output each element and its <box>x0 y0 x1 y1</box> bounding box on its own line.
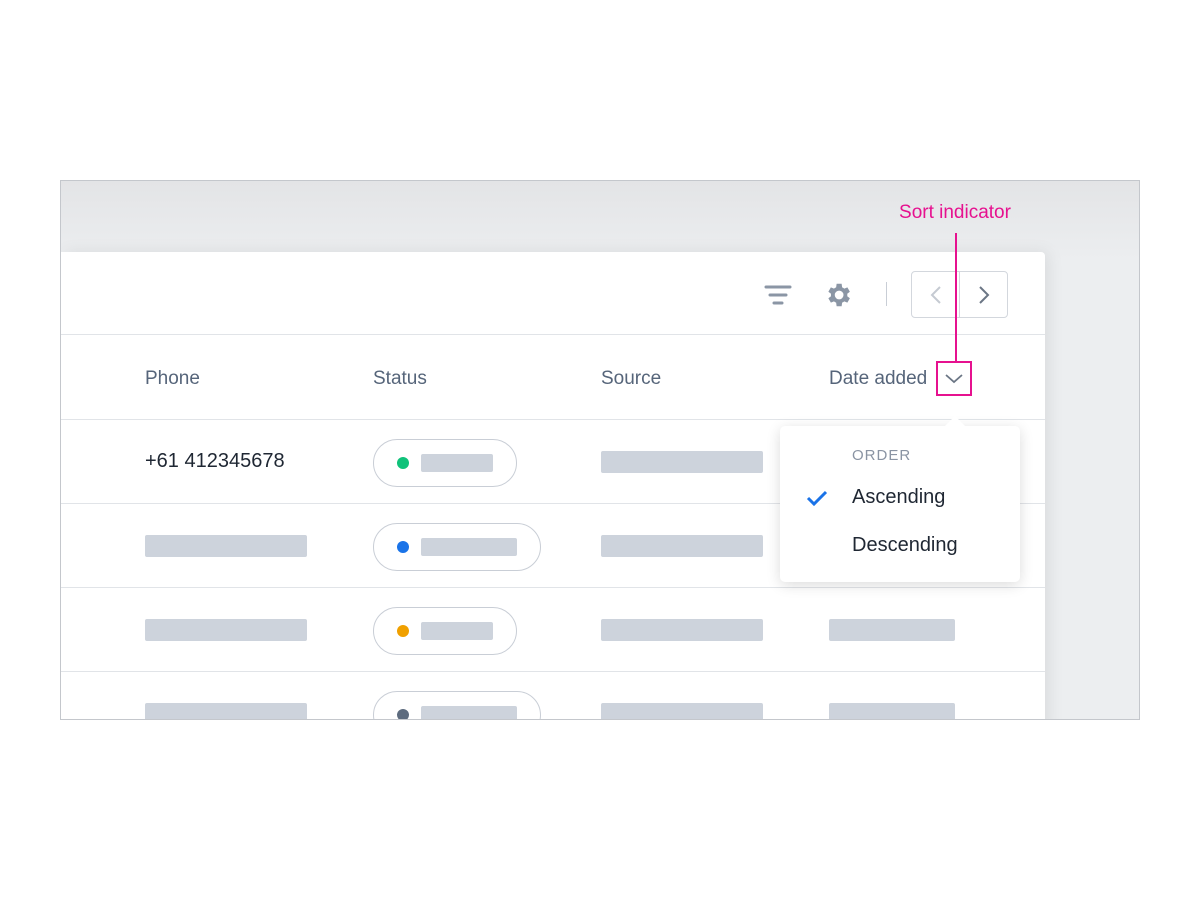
status-badge <box>373 691 541 720</box>
annotation-line <box>955 233 957 361</box>
column-header-source[interactable]: Source <box>601 368 661 390</box>
prev-page-button[interactable] <box>912 272 959 317</box>
source-placeholder <box>601 535 763 557</box>
table-header: Phone Status Source Date added <box>61 335 1045 420</box>
menu-item-label: Ascending <box>852 486 945 509</box>
status-badge <box>373 607 517 655</box>
status-badge <box>373 439 517 487</box>
source-placeholder <box>601 451 763 473</box>
checkmark-icon <box>806 489 828 507</box>
phone-placeholder <box>145 703 307 720</box>
table-toolbar <box>61 252 1045 335</box>
source-placeholder <box>601 703 763 720</box>
phone-cell: +61 412345678 <box>145 450 285 473</box>
status-placeholder <box>421 538 517 556</box>
menu-heading: ORDER <box>852 447 911 464</box>
sort-indicator-button[interactable] <box>936 361 972 396</box>
filter-icon[interactable] <box>764 283 792 307</box>
status-placeholder <box>421 454 493 472</box>
date-placeholder <box>829 703 955 720</box>
status-badge <box>373 523 541 571</box>
menu-item-descending[interactable]: Descending <box>780 524 1020 568</box>
column-header-date-added[interactable]: Date added <box>829 368 927 390</box>
chevron-down-icon <box>945 374 963 384</box>
status-dot <box>397 709 409 720</box>
status-dot <box>397 625 409 637</box>
chevron-right-icon <box>978 285 990 305</box>
annotation-label: Sort indicator <box>880 202 1030 224</box>
source-placeholder <box>601 619 763 641</box>
status-placeholder <box>421 622 493 640</box>
table-row[interactable] <box>61 588 1045 672</box>
date-placeholder <box>829 619 955 641</box>
sort-order-menu: ORDER Ascending Descending <box>780 426 1020 582</box>
phone-placeholder <box>145 535 307 557</box>
status-dot <box>397 541 409 553</box>
column-header-status[interactable]: Status <box>373 368 427 390</box>
chevron-left-icon <box>930 285 942 305</box>
gear-icon[interactable] <box>823 280 853 310</box>
next-page-button[interactable] <box>959 272 1007 317</box>
column-header-phone[interactable]: Phone <box>145 368 200 390</box>
toolbar-divider <box>886 282 887 306</box>
menu-item-ascending[interactable]: Ascending <box>780 476 1020 520</box>
menu-item-label: Descending <box>852 534 958 557</box>
status-dot <box>397 457 409 469</box>
status-placeholder <box>421 706 517 720</box>
table-row[interactable] <box>61 672 1045 720</box>
phone-placeholder <box>145 619 307 641</box>
pagination <box>911 271 1008 318</box>
